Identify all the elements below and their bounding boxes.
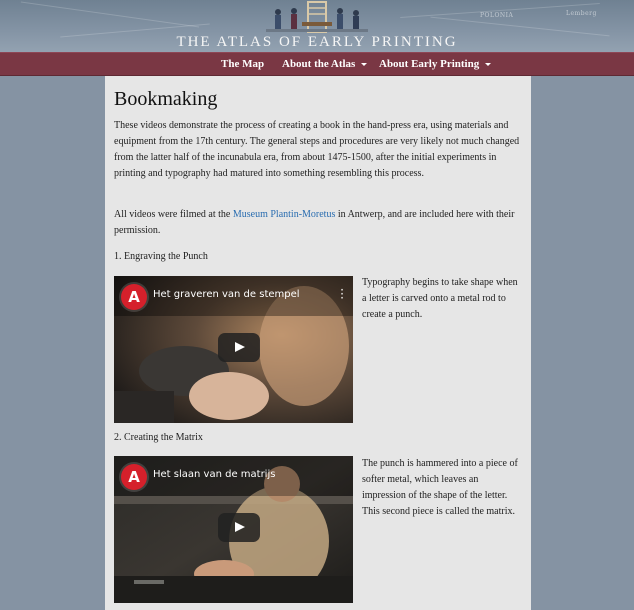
caret-down-icon xyxy=(361,62,368,66)
page-title: Bookmaking xyxy=(114,88,218,110)
video-player[interactable]: A Het slaan van de matrijs xyxy=(114,456,353,603)
map-label: POLONIA xyxy=(480,12,514,19)
main-nav: The Map About the Atlas About Early Prin… xyxy=(0,52,634,76)
credit-paragraph: All videos were filmed at the Museum Pla… xyxy=(114,207,524,239)
map-label: Lemberg xyxy=(566,10,597,17)
intro-paragraph: These videos demonstrate the process of … xyxy=(114,120,520,179)
video-player[interactable]: A Het graveren van de stempel · · · xyxy=(114,276,353,423)
nav-item-label: The Map xyxy=(221,58,265,70)
more-options-icon[interactable]: · · · xyxy=(340,284,344,304)
site-title[interactable]: THE ATLAS OF EARLY PRINTING xyxy=(0,34,634,51)
caret-down-icon xyxy=(485,62,492,66)
nav-item-label: About the Atlas xyxy=(282,58,356,70)
video-description: The punch is hammered into a piece of so… xyxy=(362,458,518,517)
nav-item-label: About Early Printing xyxy=(379,58,480,70)
credit-text: All videos were filmed at the xyxy=(114,209,233,220)
channel-logo-icon[interactable]: A xyxy=(121,284,147,310)
video-description: Typography begins to take shape when a l… xyxy=(362,277,518,320)
museum-link[interactable]: Museum Plantin-Moretus xyxy=(233,209,336,220)
nav-item-about-the-atlas[interactable]: About the Atlas xyxy=(282,53,368,75)
play-button[interactable] xyxy=(218,513,260,542)
play-button[interactable] xyxy=(218,333,260,362)
main-content: Bookmaking These videos demonstrate the … xyxy=(105,76,531,610)
site-banner: POLONIA Lemberg THE ATLAS OF EARLY PRINT… xyxy=(0,0,634,52)
map-decoration xyxy=(20,1,200,28)
section-heading: 2. Creating the Matrix xyxy=(114,432,203,443)
video-title[interactable]: Het slaan van de matrijs xyxy=(153,469,275,480)
nav-item-about-early-printing[interactable]: About Early Printing xyxy=(379,53,492,75)
nav-item-the-map[interactable]: The Map xyxy=(221,53,264,75)
printing-press-illustration xyxy=(266,1,368,33)
channel-logo-icon[interactable]: A xyxy=(121,464,147,490)
video-title[interactable]: Het graveren van de stempel xyxy=(153,289,300,300)
section-heading: 1. Engraving the Punch xyxy=(114,251,208,262)
